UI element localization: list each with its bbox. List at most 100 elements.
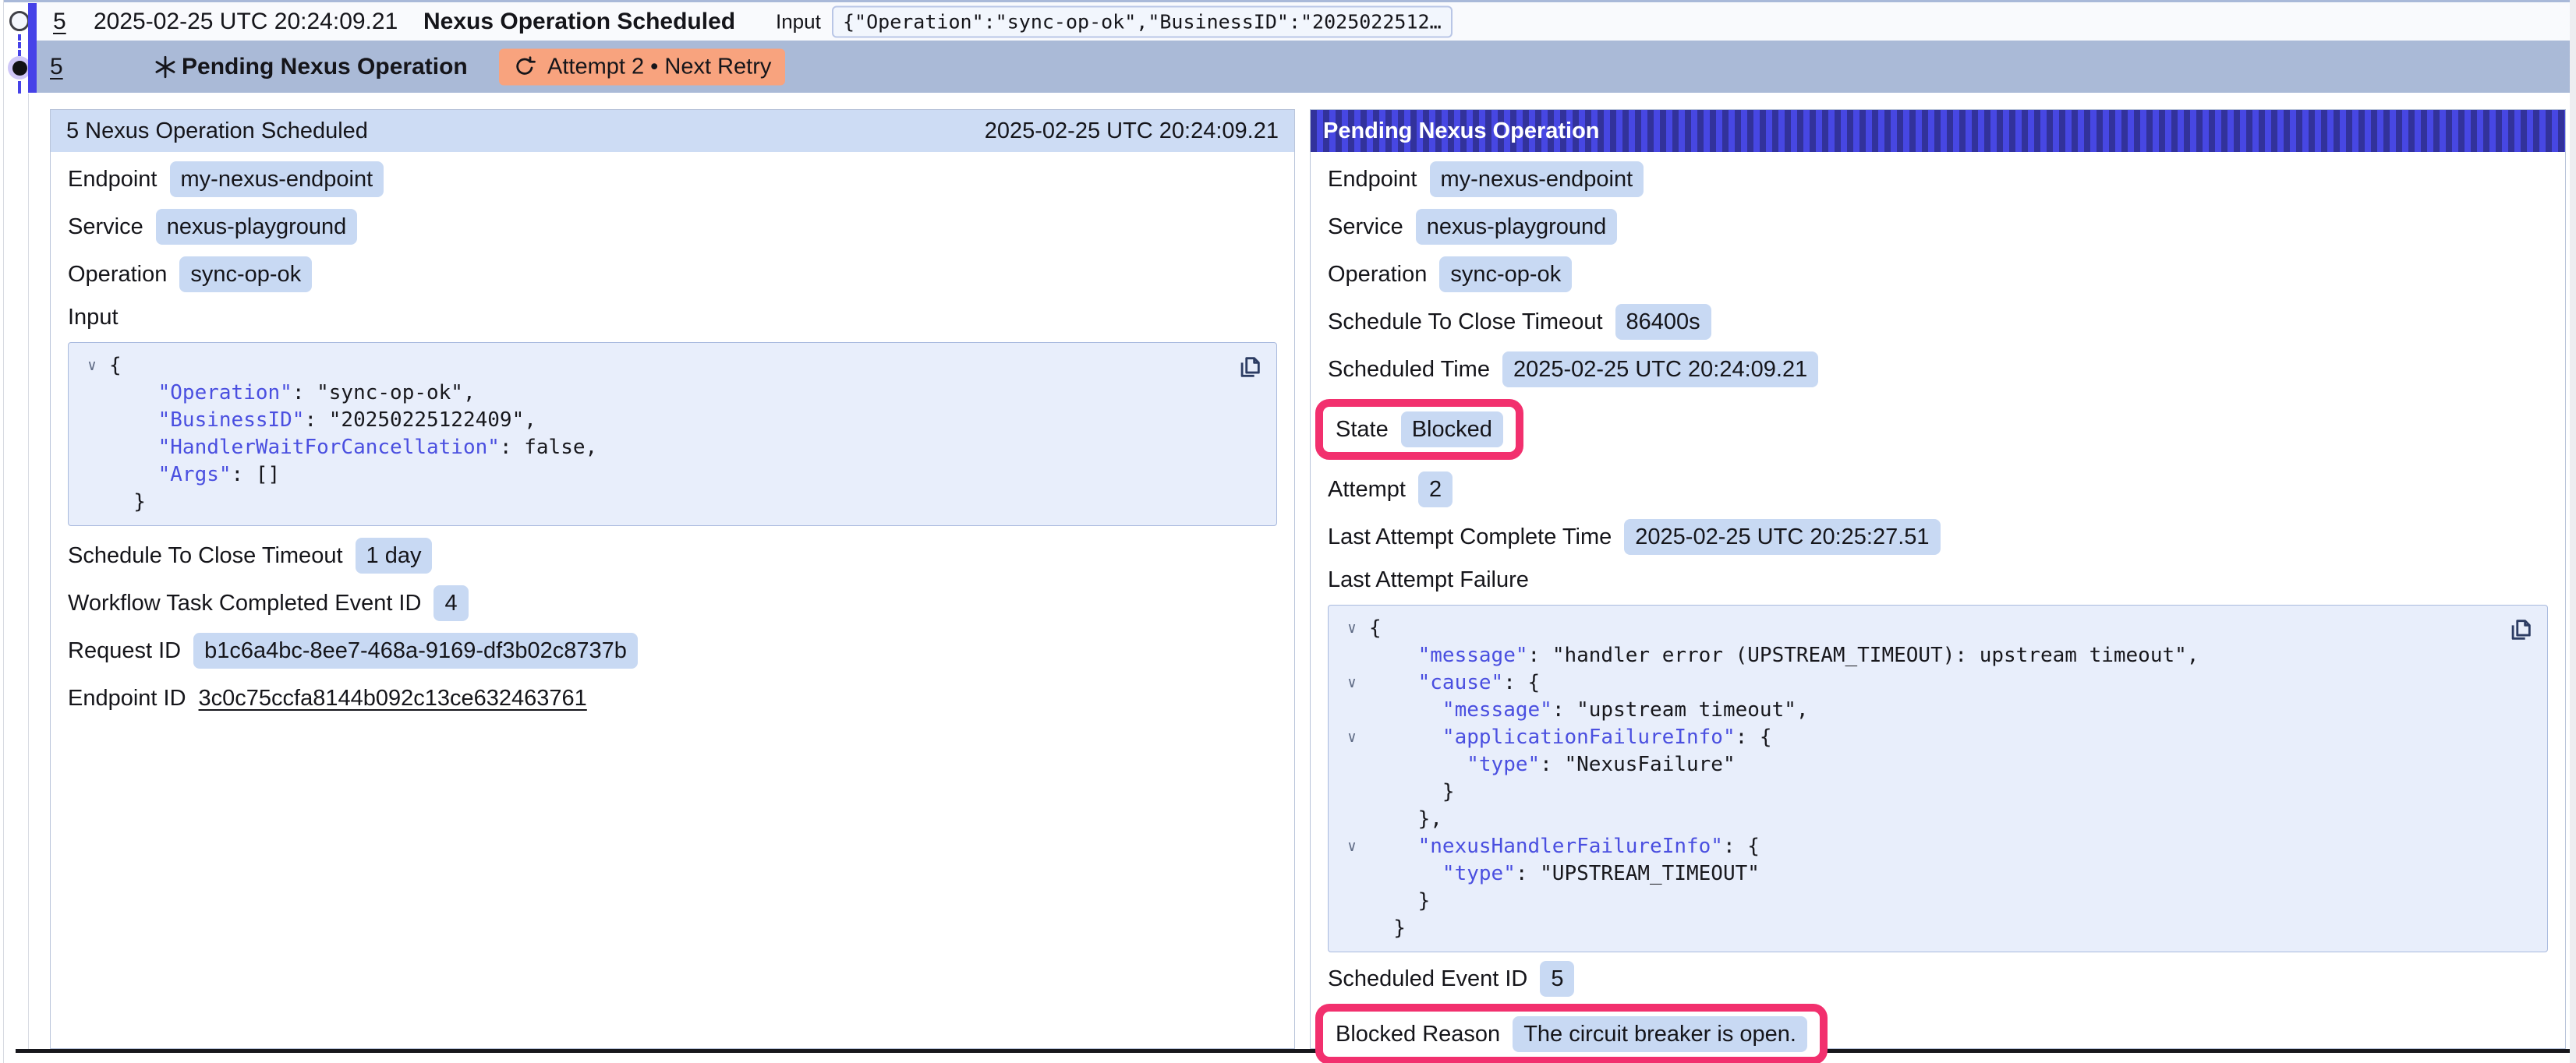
event-timestamp: 2025-02-25 UTC 20:24:09.21 (94, 9, 398, 35)
field-scheduled-time: Scheduled Time 2025-02-25 UTC 20:24:09.2… (1328, 351, 2548, 387)
field-label: Endpoint (68, 167, 157, 192)
copy-icon[interactable] (1234, 352, 1265, 383)
code-text: "cause": { (1369, 669, 1540, 697)
field-operation: Operation sync-op-ok (1328, 256, 2548, 292)
endpoint-id-link[interactable]: 3c0c75ccfa8144b092c13ce632463761 (199, 686, 587, 712)
code-text: "Operation": "sync-op-ok", (109, 380, 476, 407)
code-line: "HandlerWaitForCancellation": false, (75, 434, 1261, 461)
retry-icon (513, 55, 536, 79)
field-value-badge: sync-op-ok (179, 256, 312, 292)
code-text: "type": "NexusFailure" (1369, 751, 1736, 779)
code-text: "applicationFailureInfo": { (1369, 724, 1772, 751)
event-input-label: Input (776, 10, 821, 34)
code-line: "message": "upstream timeout", (1335, 697, 2532, 724)
field-value-badge: 2025-02-25 UTC 20:24:09.21 (1502, 351, 1818, 387)
copy-icon[interactable] (2505, 615, 2536, 646)
field-operation: Operation sync-op-ok (68, 256, 1277, 292)
code-gutter (75, 489, 109, 516)
code-line: } (75, 489, 1261, 516)
field-value-badge: 86400s (1615, 304, 1711, 340)
field-label: Schedule To Close Timeout (1328, 309, 1603, 335)
field-label: Scheduled Time (1328, 357, 1490, 383)
field-service: Service nexus-playground (68, 209, 1277, 245)
event-id-link[interactable]: 5 (50, 54, 63, 80)
bottom-divider (16, 1049, 2570, 1053)
collapse-chevron-icon[interactable]: ∨ (1335, 724, 1369, 751)
failure-json-viewer: ∨{ "message": "handler error (UPSTREAM_T… (1328, 605, 2548, 952)
selected-event-indicator-bar (28, 3, 37, 93)
event-title: Nexus Operation Scheduled (423, 9, 735, 35)
field-label: Endpoint ID (68, 686, 186, 712)
event-row-nexus-operation-scheduled[interactable]: 5 2025-02-25 UTC 20:24:09.21 Nexus Opera… (37, 3, 2570, 41)
collapse-chevron-icon[interactable]: ∨ (1335, 669, 1369, 697)
blocked-reason-highlight-annotation: Blocked Reason The circuit breaker is op… (1315, 1004, 1828, 1063)
field-blocked-reason: Blocked Reason The circuit breaker is op… (1336, 1016, 1807, 1052)
left-border (3, 0, 4, 1063)
code-line: "type": "UPSTREAM_TIMEOUT" (1335, 860, 2532, 888)
collapse-chevron-icon[interactable]: ∨ (1335, 615, 1369, 642)
code-line: } (1335, 888, 2532, 915)
code-text: "message": "handler error (UPSTREAM_TIME… (1369, 642, 2199, 669)
field-value-badge: 5 (1540, 961, 1574, 997)
pending-asterisk-icon (152, 54, 179, 80)
timeline-current-node-core (12, 61, 27, 76)
code-text: }, (1369, 806, 1442, 833)
event-row-pending-nexus-operation[interactable]: 5 Pending Nexus Operation Attempt 2 • Ne… (37, 41, 2570, 93)
field-label: Request ID (68, 638, 181, 664)
field-label: Endpoint (1328, 167, 1417, 192)
field-scheduled-event-id: Scheduled Event ID 5 (1328, 961, 2548, 997)
top-divider (3, 0, 2570, 2)
scheduled-panel-body: Endpoint my-nexus-endpoint Service nexus… (51, 152, 1294, 716)
field-label: Blocked Reason (1336, 1022, 1500, 1047)
code-line: "BusinessID": "20250225122409", (75, 407, 1261, 434)
pending-panel-body: Endpoint my-nexus-endpoint Service nexus… (1311, 152, 2565, 1063)
code-line: } (1335, 779, 2532, 806)
pending-operation-panel: Pending Nexus Operation Endpoint my-nexu… (1310, 109, 2566, 1049)
field-endpoint: Endpoint my-nexus-endpoint (68, 161, 1277, 197)
code-gutter (1335, 642, 1369, 669)
code-text: "Args": [] (109, 461, 280, 489)
workflow-event-history-screen: 5 2025-02-25 UTC 20:24:09.21 Nexus Opera… (0, 0, 2576, 1063)
field-schedule-to-close: Schedule To Close Timeout 1 day (68, 538, 1277, 574)
field-value-badge: 2 (1418, 471, 1453, 507)
code-gutter (1335, 779, 1369, 806)
detail-region-border (28, 94, 29, 1051)
field-value-badge: nexus-playground (1416, 209, 1618, 245)
field-label: State (1336, 417, 1389, 443)
field-service: Service nexus-playground (1328, 209, 2548, 245)
attempt-retry-badge[interactable]: Attempt 2 • Next Retry (499, 48, 785, 85)
code-gutter (75, 407, 109, 434)
code-line: "Operation": "sync-op-ok", (75, 380, 1261, 407)
scrollbar-track[interactable] (2570, 0, 2576, 1063)
code-text: } (1369, 779, 1455, 806)
code-line: ∨{ (75, 352, 1261, 380)
collapse-chevron-icon[interactable]: ∨ (75, 352, 109, 380)
code-text: } (1369, 915, 1406, 942)
scheduled-panel-timestamp: 2025-02-25 UTC 20:24:09.21 (985, 118, 1279, 144)
field-attempt: Attempt 2 (1328, 471, 2548, 507)
field-value-badge: my-nexus-endpoint (1430, 161, 1644, 197)
field-label: Scheduled Event ID (1328, 966, 1527, 992)
event-input-preview-badge[interactable]: {"Operation":"sync-op-ok","BusinessID":"… (832, 6, 1453, 38)
code-text: "type": "UPSTREAM_TIMEOUT" (1369, 860, 1760, 888)
field-label: Workflow Task Completed Event ID (68, 591, 421, 616)
input-json-viewer: ∨{ "Operation": "sync-op-ok", "BusinessI… (68, 342, 1277, 526)
pending-panel-header: Pending Nexus Operation (1311, 110, 2565, 152)
code-line: "Args": [] (75, 461, 1261, 489)
field-label: Service (1328, 214, 1403, 240)
collapse-chevron-icon[interactable]: ∨ (1335, 833, 1369, 860)
pending-panel-title: Pending Nexus Operation (1323, 118, 1600, 144)
field-value-badge: 1 day (356, 538, 433, 574)
field-label: Operation (68, 262, 167, 288)
field-label: Last Attempt Complete Time (1328, 524, 1612, 550)
code-text: "message": "upstream timeout", (1369, 697, 1809, 724)
blocked-reason-badge: The circuit breaker is open. (1513, 1016, 1807, 1052)
code-gutter (1335, 806, 1369, 833)
code-text: { (1369, 615, 1382, 642)
field-wft-completed-event-id: Workflow Task Completed Event ID 4 (68, 585, 1277, 621)
input-section-label: Input (68, 304, 1277, 330)
field-value-badge: sync-op-ok (1439, 256, 1572, 292)
code-line: ∨{ (1335, 615, 2532, 642)
event-id-link[interactable]: 5 (53, 9, 66, 35)
code-line: ∨ "applicationFailureInfo": { (1335, 724, 2532, 751)
